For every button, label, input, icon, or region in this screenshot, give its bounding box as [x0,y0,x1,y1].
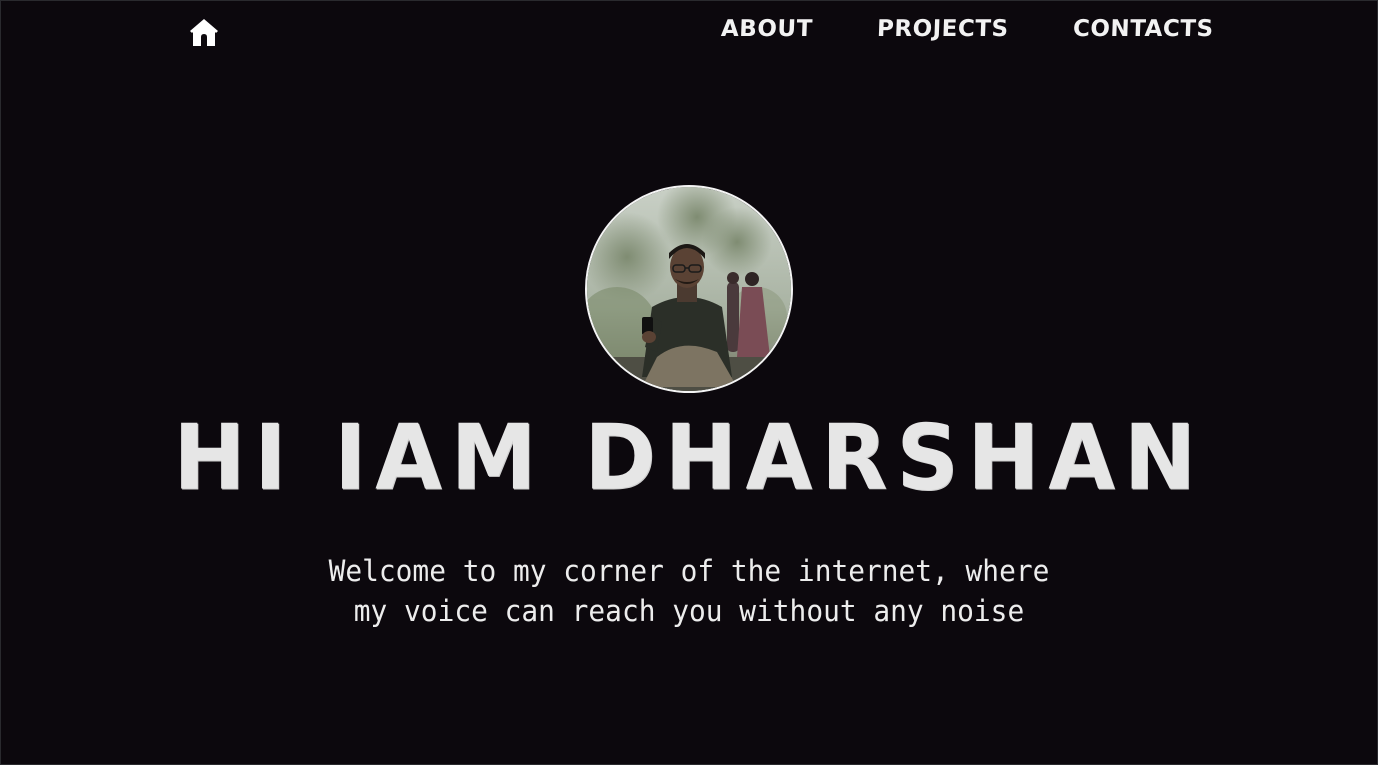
intro-text: Welcome to my corner of the internet, wh… [328,554,1050,628]
home-icon [190,19,218,46]
profile-photo [587,187,791,391]
nav-projects-link[interactable]: PROJECTS [877,16,1009,42]
nav-about-link[interactable]: ABOUT [721,16,814,42]
avatar [585,185,793,393]
hero-title: HI IAM DHARSHAN [173,405,1205,511]
nav-contacts-link[interactable]: CONTACTS [1073,16,1214,42]
home-link[interactable] [189,17,219,47]
